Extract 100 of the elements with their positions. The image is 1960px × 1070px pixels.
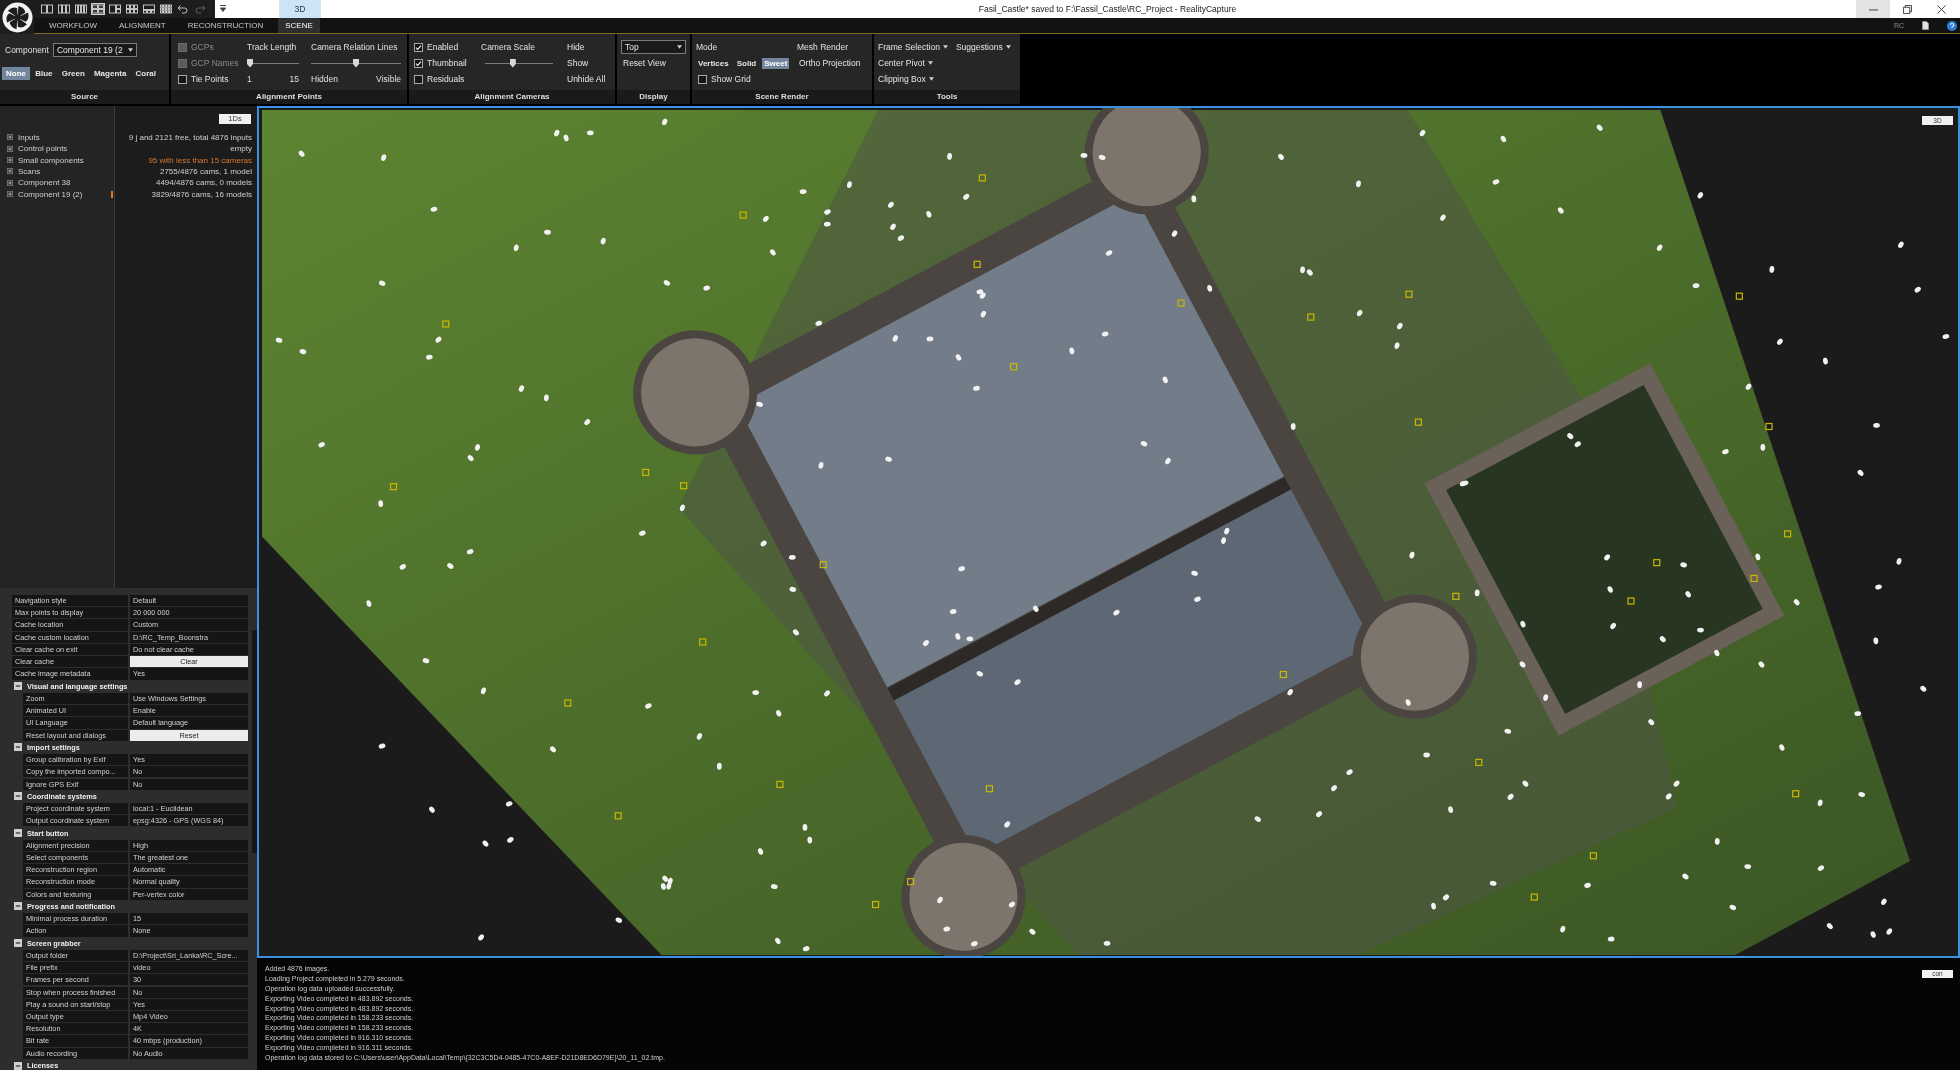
menu-button[interactable]: Clipping Box xyxy=(876,73,936,85)
group-label: Alignment Points xyxy=(171,90,407,104)
layout-icon[interactable] xyxy=(159,3,173,15)
help-icon[interactable] xyxy=(1947,20,1957,31)
slider-thumb[interactable] xyxy=(353,58,359,68)
ribbon-tab[interactable]: RECONSTRUCTION xyxy=(180,18,271,33)
collapse-icon[interactable] xyxy=(14,939,22,948)
slider-thumb[interactable] xyxy=(247,58,253,68)
highlight-option-button[interactable]: Magenta xyxy=(89,67,131,80)
tree-item[interactable]: Scans xyxy=(18,166,114,176)
layout-icon[interactable] xyxy=(91,3,105,15)
checkbox[interactable]: Tie Points xyxy=(178,74,229,84)
mode-label: Mode xyxy=(696,42,719,52)
slider-max-label: Visible xyxy=(376,74,401,84)
close-icon xyxy=(1936,4,1946,14)
collapse-icon[interactable] xyxy=(14,902,22,911)
camera-visibility-button[interactable]: Hide xyxy=(565,41,587,53)
layout-icon[interactable] xyxy=(142,3,156,15)
tree-item-value: 4494/4876 cams, 0 models xyxy=(155,178,252,188)
layout-icon[interactable] xyxy=(108,3,122,15)
component-dropdown[interactable]: Component 19 (2 xyxy=(52,42,137,57)
caret-icon xyxy=(677,45,682,49)
collapse-icon[interactable] xyxy=(14,829,22,838)
ribbon-tab[interactable]: SCENE xyxy=(278,18,320,33)
menu-button[interactable]: Suggestions xyxy=(953,41,1013,53)
tree-item-value: 2755/4876 cams, 1 model xyxy=(159,166,252,176)
group-label: Scene Render xyxy=(692,90,872,104)
ribbon-tab[interactable]: WORKFLOW xyxy=(42,18,104,33)
highlight-option-button[interactable]: Green xyxy=(57,67,89,80)
reset-view-button[interactable]: Reset View xyxy=(621,57,668,69)
view-dropdown[interactable]: Top xyxy=(621,40,686,54)
layout-icon[interactable] xyxy=(40,3,54,15)
group-label: Source xyxy=(0,90,169,104)
caret-icon xyxy=(927,61,933,65)
checkbox-icon[interactable] xyxy=(698,74,707,84)
checkbox[interactable]: Show Grid xyxy=(698,74,751,84)
restore-icon xyxy=(1902,4,1912,14)
render-mode-button[interactable]: Solid xyxy=(734,57,759,69)
scrollbar-thumb[interactable] xyxy=(252,630,257,853)
tree-item-value: 3829/4876 cams, 16 models xyxy=(151,189,252,199)
caret-icon xyxy=(928,77,934,81)
expand-icon[interactable] xyxy=(7,134,13,141)
collapse-icon[interactable] xyxy=(14,1061,22,1070)
highlight-option-button[interactable]: Coral xyxy=(131,67,160,80)
ribbon-tab[interactable]: ALIGNMENT xyxy=(112,18,173,33)
tree-item[interactable]: Small components xyxy=(18,155,114,165)
aperture-logo-icon[interactable] xyxy=(1,1,33,33)
checkbox[interactable]: Thumbnail xyxy=(414,58,467,68)
tree-item[interactable]: Inputs xyxy=(18,132,114,142)
menu-button[interactable]: Center Pivot xyxy=(876,57,935,69)
expand-icon[interactable] xyxy=(7,145,13,152)
collapse-icon[interactable] xyxy=(14,743,22,752)
checkbox[interactable]: Enabled xyxy=(414,42,459,52)
caret-icon[interactable] xyxy=(220,5,226,13)
checkbox[interactable]: Residuals xyxy=(414,74,465,84)
expand-icon[interactable] xyxy=(7,157,13,164)
group-label: Alignment Cameras xyxy=(409,90,615,104)
render-mode-button[interactable]: Vertices xyxy=(696,57,731,69)
view-tab[interactable]: 3D xyxy=(279,0,321,18)
expand-icon[interactable] xyxy=(7,191,13,198)
mesh-render-label: Mesh Render xyxy=(797,42,849,52)
collapse-icon[interactable] xyxy=(14,792,22,801)
checkbox-icon[interactable] xyxy=(178,74,187,84)
camera-visibility-button[interactable]: Show xyxy=(565,57,591,69)
tree-item[interactable]: Component 38 xyxy=(18,178,114,188)
menu-button[interactable]: Frame Selection xyxy=(876,41,950,53)
render-mode-button[interactable]: Sweet xyxy=(762,57,790,69)
expand-icon[interactable] xyxy=(7,179,13,186)
tree-item-value: empty xyxy=(230,144,252,154)
slider-max-label: 15 xyxy=(289,74,299,84)
component-label: Component xyxy=(5,44,49,55)
layout-icon[interactable] xyxy=(74,3,88,15)
tree-item[interactable]: Component 19 (2) xyxy=(18,189,111,199)
camera-visibility-button[interactable]: Unhide All xyxy=(565,73,608,85)
tree-item[interactable]: Control points xyxy=(18,144,114,154)
layout-icon[interactable] xyxy=(57,3,71,15)
highlight-option-button[interactable]: None xyxy=(2,67,30,80)
window-title: Fasil_Castle* saved to F:\Fassil_Castle\RC_Project - RealityCapture xyxy=(977,3,1238,16)
slider-label: Camera Relation Lines xyxy=(311,42,398,52)
undo-icon[interactable] xyxy=(176,3,190,15)
slider-label: Track Length xyxy=(247,42,297,52)
collapse-icon[interactable] xyxy=(14,682,22,691)
slider-thumb[interactable] xyxy=(509,58,516,68)
slider-min-label: Hidden xyxy=(311,74,338,84)
projection-button[interactable]: Ortho Projection xyxy=(797,57,863,69)
tree-item-value: 9 j and 2121 free, total 4876 inputs xyxy=(128,132,252,142)
checkbox-icon[interactable] xyxy=(414,42,423,52)
slider-label: Camera Scale xyxy=(481,42,535,52)
caret-icon xyxy=(942,45,948,49)
checkbox-icon[interactable] xyxy=(414,58,423,68)
caret-icon xyxy=(127,47,133,52)
tree-item-value: 95 with less than 15 cameras xyxy=(148,155,252,165)
checkbox-icon[interactable] xyxy=(414,74,423,84)
group-label: Tools xyxy=(874,90,1020,104)
layout-icon[interactable] xyxy=(125,3,139,15)
document-icon[interactable] xyxy=(1922,21,1929,30)
highlight-option-button[interactable]: Blue xyxy=(31,67,57,80)
expand-icon[interactable] xyxy=(7,168,13,175)
caret-icon xyxy=(1005,45,1011,49)
slider-min-label: 1 xyxy=(247,74,252,84)
